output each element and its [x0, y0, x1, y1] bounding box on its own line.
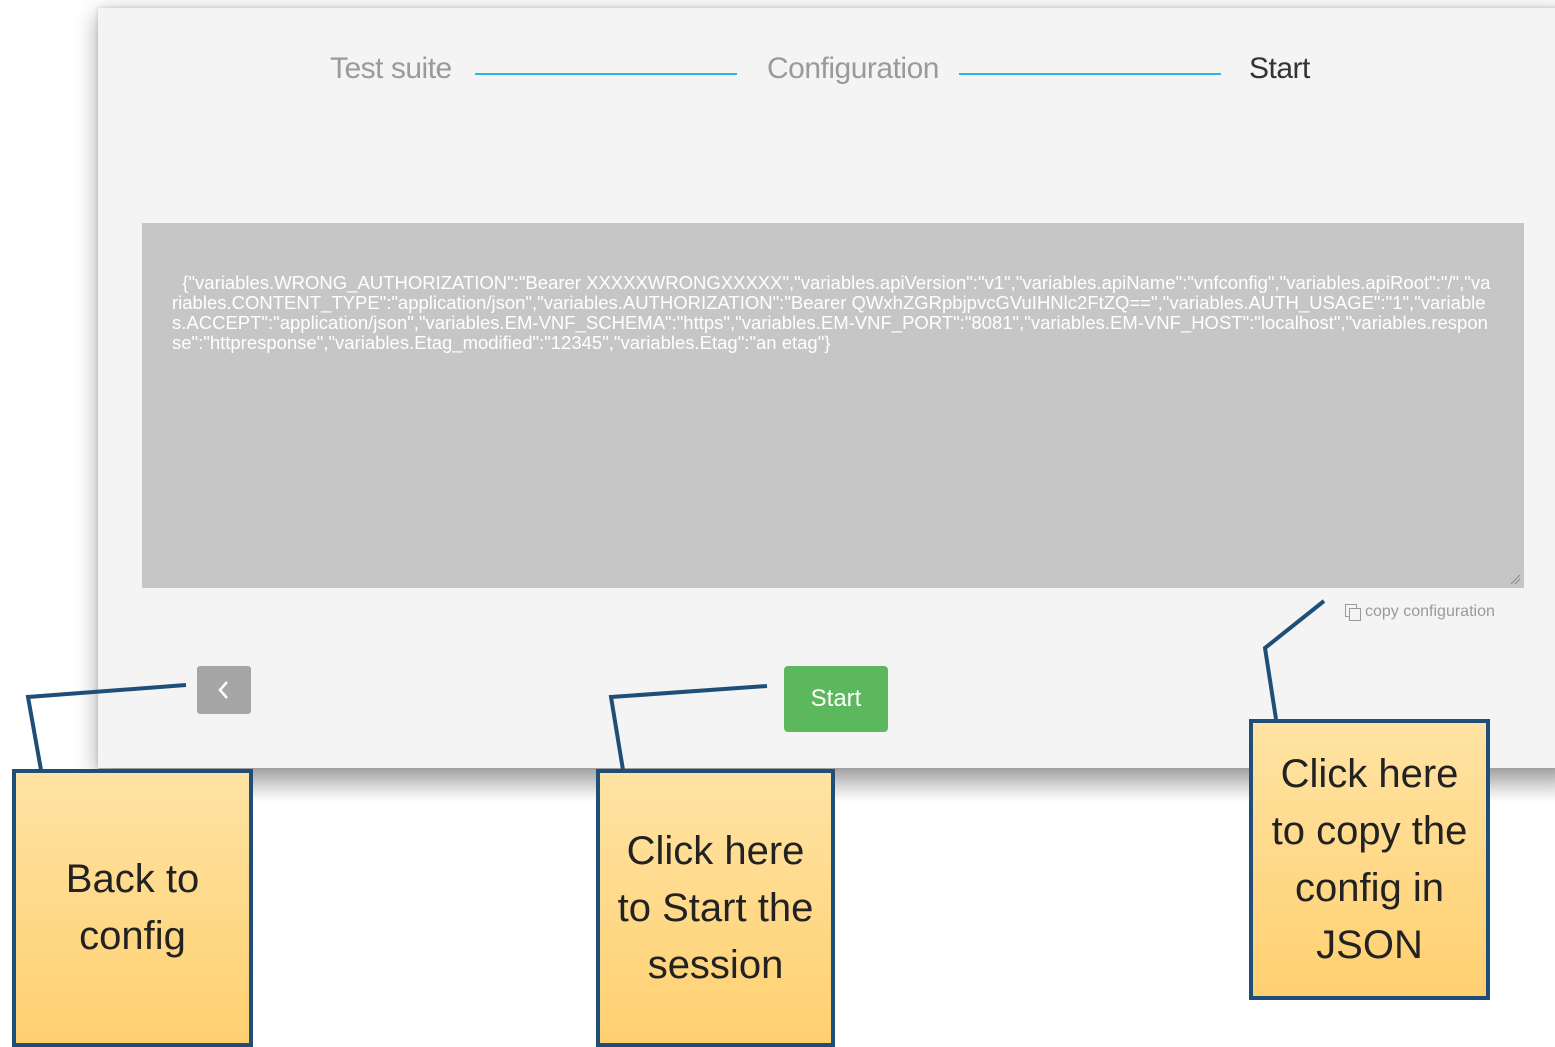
step-connector-1 — [475, 73, 737, 75]
step-connector-2 — [959, 73, 1221, 75]
back-button[interactable] — [197, 666, 251, 714]
back-callout-text: Back to config — [65, 857, 200, 958]
copy-icon — [1345, 604, 1361, 621]
chevron-left-icon — [218, 681, 228, 699]
start-button[interactable]: Start — [784, 666, 888, 732]
back-callout: Back to config — [12, 769, 253, 1047]
step-test-suite[interactable]: Test suite — [330, 52, 452, 86]
copy-callout-text: Click here to copy the config in JSON — [1271, 751, 1468, 967]
start-callout: Click here to Start the session — [596, 769, 835, 1047]
resize-handle-icon[interactable] — [1509, 573, 1521, 585]
configuration-json: {"variables.WRONG_AUTHORIZATION":"Bearer… — [172, 272, 1491, 353]
configuration-textarea[interactable]: {"variables.WRONG_AUTHORIZATION":"Bearer… — [142, 223, 1524, 588]
copy-configuration-label: copy configuration — [1365, 603, 1495, 620]
start-callout-text: Click here to Start the session — [617, 828, 814, 987]
step-start[interactable]: Start — [1249, 52, 1310, 86]
copy-configuration-link[interactable]: copy configuration — [1345, 603, 1495, 621]
step-configuration[interactable]: Configuration — [767, 52, 939, 86]
copy-callout: Click here to copy the config in JSON — [1249, 719, 1490, 1000]
